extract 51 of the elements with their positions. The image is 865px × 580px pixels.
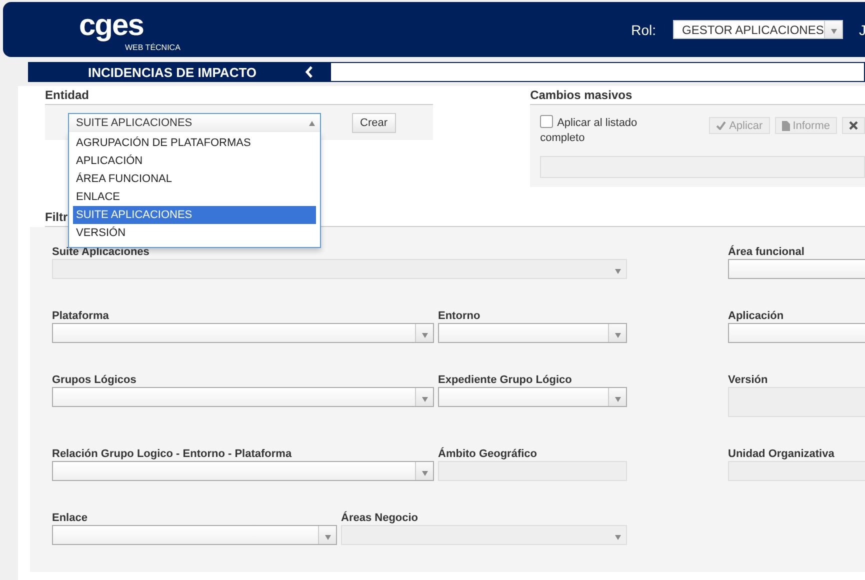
caret-icon xyxy=(614,534,620,540)
field-label: Grupos Lógicos xyxy=(52,373,138,387)
caret-icon xyxy=(614,332,620,338)
field-label: Área funcional xyxy=(728,245,806,259)
entity-select[interactable]: SUITE APLICACIONES xyxy=(68,113,321,132)
caret-icon xyxy=(308,120,314,126)
user-name: J xyxy=(859,22,865,38)
field-label: Versión xyxy=(728,373,769,387)
field-label: Suite Aplicaciones xyxy=(52,245,150,259)
dropdown-option[interactable]: APLICACIÓN xyxy=(73,152,316,170)
caret-icon xyxy=(422,470,428,476)
select-field[interactable] xyxy=(52,323,434,343)
caret-icon xyxy=(422,332,428,338)
create-button[interactable]: Crear xyxy=(352,113,396,133)
check-icon xyxy=(716,121,726,130)
dropdown-option[interactable]: ENLACE xyxy=(73,188,316,206)
select-field[interactable] xyxy=(52,461,434,481)
logo: cges xyxy=(79,8,144,42)
field-label: Expediente Grupo Lógico xyxy=(438,373,573,387)
role-select[interactable]: GESTOR APLICACIONES xyxy=(673,20,843,39)
field-label: Entorno xyxy=(438,309,482,323)
field-label: Aplicación xyxy=(728,309,785,323)
field-label: Plataforma xyxy=(52,309,110,323)
dropdown-option[interactable]: VERSIÓN xyxy=(73,224,316,242)
dropdown-option[interactable]: ÁREA FUNCIONAL xyxy=(73,170,316,188)
dropdown-option[interactable]: AGRUPACIÓN DE PLATAFORMAS xyxy=(73,134,316,152)
apply-all-checkbox[interactable]: Aplicar al listado completo xyxy=(540,115,646,146)
caret-icon xyxy=(422,396,428,402)
field-label: Enlace xyxy=(52,511,88,525)
field-label: Unidad Organizativa xyxy=(728,447,836,461)
field-label: Ámbito Geográfico xyxy=(438,447,538,461)
logo-subtitle: WEB TÉCNICA xyxy=(125,42,180,52)
caret-icon xyxy=(324,534,330,540)
caret-icon xyxy=(614,268,620,274)
role-label: Rol: xyxy=(631,22,656,38)
input-field[interactable] xyxy=(728,323,865,343)
caret-icon xyxy=(614,396,620,402)
checkbox[interactable] xyxy=(540,115,554,128)
select-field[interactable] xyxy=(438,323,627,343)
dropdown-option[interactable]: SUITE APLICACIONES xyxy=(73,206,316,224)
input-field[interactable] xyxy=(728,259,865,279)
select-field[interactable] xyxy=(52,387,434,407)
caret-icon xyxy=(830,29,836,34)
chevron-left-icon[interactable] xyxy=(305,66,313,78)
select-field[interactable] xyxy=(438,387,627,407)
field-label: Áreas Negocio xyxy=(341,511,420,525)
field-label: Relación Grupo Logico - Entorno - Plataforma xyxy=(52,447,293,461)
select-field[interactable] xyxy=(52,525,337,545)
section-tab[interactable]: INCIDENCIAS DE IMPACTO xyxy=(28,62,331,82)
file-icon xyxy=(782,120,790,130)
close-icon xyxy=(849,121,858,130)
